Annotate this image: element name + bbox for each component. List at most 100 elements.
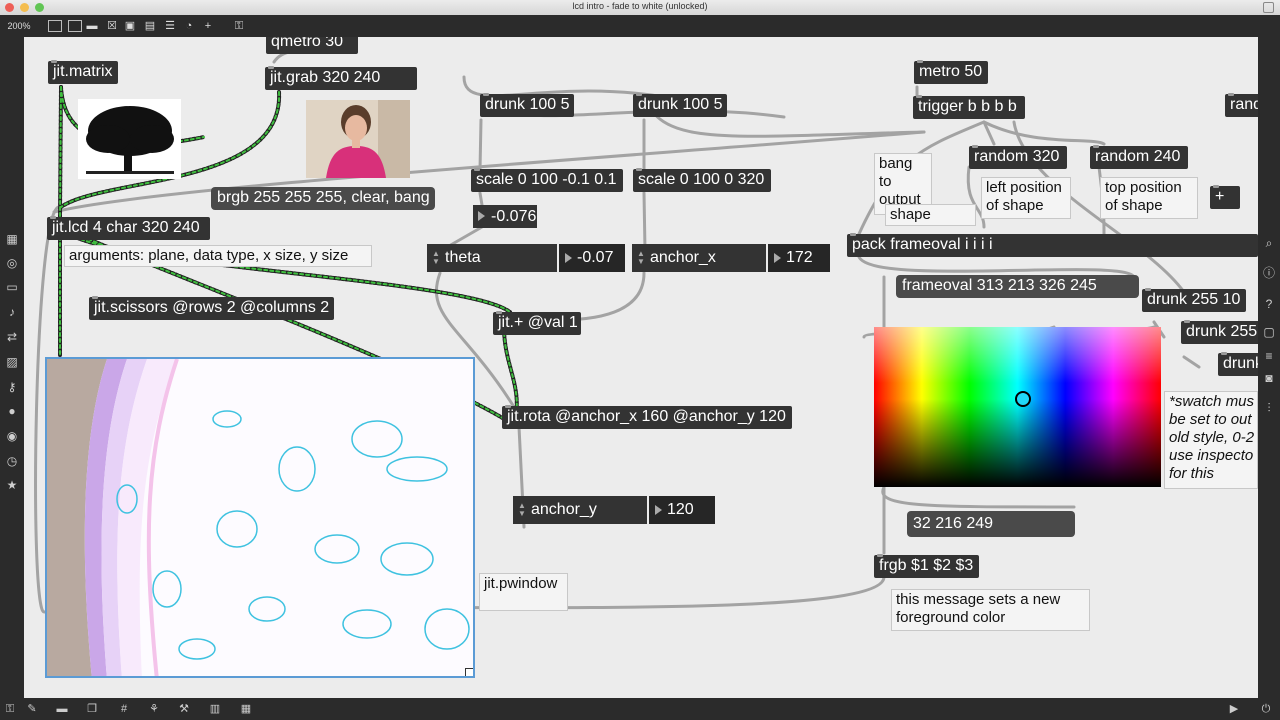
window-titlebar: lcd intro - fade to white (unlocked) [0, 0, 1280, 16]
jit-grab-object[interactable]: jit.grab 320 240 [265, 66, 417, 90]
frameoval-message[interactable]: frameoval 313 213 326 245 [896, 275, 1139, 298]
anchor-x-attrui[interactable]: ▲ ▼ anchor_x 172 [632, 244, 830, 272]
theta-attr-value[interactable]: -0.07 [577, 249, 613, 266]
pwindow-rendering [47, 359, 473, 676]
number-box-icon[interactable]: ▣ [124, 19, 136, 33]
list-icon[interactable]: ≡ [1258, 349, 1280, 363]
anchor-x-attr-name: anchor_x [650, 249, 716, 266]
jit-matrix-object[interactable]: jit.matrix [48, 60, 118, 84]
brgb-message[interactable]: brgb 255 255 255, clear, bang [211, 187, 435, 210]
bottom-toolbar: ⚿ ✎ ▬ ❐ # ⚘ ⚒ ▥ ▦ ▶ ⏻ [0, 698, 1280, 720]
comment-icon[interactable]: ▬ [86, 19, 98, 33]
target-icon[interactable]: ◎ [0, 256, 24, 270]
swatch-value-message[interactable]: 32 216 249 [907, 511, 1075, 537]
qmetro-object[interactable]: qmetro 30 [266, 37, 358, 54]
star-icon[interactable]: ★ [0, 478, 24, 492]
info-icon[interactable]: ⓘ [1258, 266, 1280, 280]
patch-icon[interactable]: ⚘ [148, 702, 160, 716]
arguments-comment: arguments: plane, data type, x size, y s… [64, 245, 372, 267]
search-icon[interactable]: ⌕ [1258, 236, 1280, 250]
float-number-box[interactable]: -0.076 [473, 205, 537, 228]
table-icon[interactable]: ▦ [240, 702, 252, 716]
window-icon[interactable]: ▢ [1258, 325, 1280, 339]
lock-icon[interactable]: ⚿ [232, 19, 246, 33]
color-swatch[interactable] [874, 327, 1161, 487]
jit-scissors-object[interactable]: jit.scissors @rows 2 @columns 2 [89, 296, 334, 320]
right-sidebar: ⌕ ⓘ ? ▢ ≡ ◙ ⫶ [1258, 37, 1280, 698]
presentation-icon[interactable] [68, 20, 82, 32]
random-object[interactable]: rand [1225, 93, 1258, 117]
lock-icon[interactable]: ⚿ [4, 702, 16, 716]
note-icon[interactable]: ♪ [0, 305, 24, 319]
edit-icon[interactable]: ✎ [26, 702, 38, 716]
webcam-person [306, 100, 410, 178]
theta-attr-name: theta [445, 249, 481, 266]
drunk-object[interactable]: drunk 100 5 [480, 93, 574, 117]
columns-icon[interactable]: ▥ [209, 702, 221, 716]
tree-silhouette [86, 106, 174, 174]
plus-object[interactable]: + [1210, 185, 1240, 209]
tree-image [78, 99, 181, 179]
windows-icon[interactable]: ❐ [86, 702, 98, 716]
window-title: lcd intro - fade to white (unlocked) [572, 1, 708, 11]
scale-object[interactable]: scale 0 100 -0.1 0.1 [471, 168, 623, 192]
frgb-object[interactable]: frgb $1 $2 $3 [874, 554, 979, 578]
message-icon[interactable]: ▤ [144, 19, 156, 33]
add-icon[interactable]: + [202, 19, 214, 33]
number-arrow-icon [774, 253, 781, 263]
wrench-icon[interactable]: ⚒ [178, 702, 190, 716]
drunk-object[interactable]: drunk [1218, 352, 1258, 376]
left-sidebar: ▦ ◎ ▭ ♪ ⇄ ▨ ⚷ ● ◉ ◷ ★ [0, 37, 24, 698]
key-icon[interactable]: ⚷ [0, 380, 24, 394]
drunk-object[interactable]: drunk 100 5 [633, 93, 727, 117]
power-icon[interactable]: ⏻ [1260, 702, 1272, 716]
camera-icon[interactable]: ◙ [1258, 371, 1280, 385]
dial-icon[interactable]: ◔ [183, 19, 195, 33]
anchor-y-attrui[interactable]: ▲ ▼ anchor_y 120 [513, 496, 715, 524]
panel-icon[interactable]: ▭ [0, 280, 24, 294]
up-down-arrows-icon: ▲ ▼ [637, 249, 645, 266]
float-number-value: -0.076 [491, 208, 537, 225]
swatch-note-comment: *swatch mus be set to out old style, 0-2… [1164, 391, 1258, 489]
drunk-object[interactable]: drunk 255 10 [1142, 288, 1246, 312]
jit-pwindow[interactable] [45, 357, 475, 678]
clock-icon[interactable]: ◷ [0, 454, 24, 468]
anchor-y-attr-name: anchor_y [531, 501, 597, 518]
pwindow-label-comment: jit.pwindow [479, 573, 568, 611]
trigger-object[interactable]: trigger b b b b [913, 95, 1025, 119]
number-arrow-icon [565, 253, 572, 263]
hint-icon[interactable]: ? [1258, 297, 1280, 311]
drunk-object[interactable]: drunk 255 [1181, 320, 1258, 344]
theta-attrui[interactable]: ▲ ▼ theta -0.07 [427, 244, 625, 272]
grid-icon[interactable]: # [118, 702, 130, 716]
random-object[interactable]: random 240 [1090, 145, 1188, 169]
anchor-y-attr-value[interactable]: 120 [667, 501, 694, 518]
play-icon[interactable]: ▶ [1228, 702, 1240, 716]
video-icon[interactable]: ◉ [0, 429, 24, 443]
top-position-comment: top position of shape [1100, 177, 1198, 219]
swatch-selector-knob[interactable] [1015, 391, 1031, 407]
patcher-canvas[interactable]: qmetro 30 jit.matrix jit.grab 320 240 dr… [24, 37, 1258, 698]
left-position-comment: left position of shape [981, 177, 1071, 219]
fullscreen-icon[interactable] [1263, 2, 1274, 13]
toggle-icon[interactable]: ☒ [106, 19, 118, 33]
chat-icon[interactable]: ▬ [56, 702, 68, 716]
jit-lcd-object[interactable]: jit.lcd 4 char 320 240 [47, 216, 210, 240]
slider-icon[interactable]: ☰ [164, 19, 176, 33]
jit-plus-object[interactable]: jit.+ @val 1 [493, 311, 581, 335]
new-object-icon[interactable] [48, 20, 62, 32]
settings-icon[interactable]: ⫶ [1258, 401, 1280, 415]
pack-object[interactable]: pack frameoval i i i i [847, 233, 1258, 257]
stop-icon[interactable]: ● [0, 404, 24, 418]
anchor-x-attr-value[interactable]: 172 [786, 249, 813, 266]
shape-comment: shape [885, 204, 976, 226]
jit-rota-object[interactable]: jit.rota @anchor_x 160 @anchor_y 120 [502, 405, 792, 429]
image-icon[interactable]: ▨ [0, 355, 24, 369]
scale-object[interactable]: scale 0 100 0 320 [633, 168, 771, 192]
zoom-select[interactable]: 200% [4, 19, 34, 33]
pwindow-resize-handle[interactable] [465, 668, 473, 676]
transfer-icon[interactable]: ⇄ [0, 330, 24, 344]
metro-object[interactable]: metro 50 [914, 60, 988, 84]
random-object[interactable]: random 320 [969, 145, 1067, 169]
grid-icon[interactable]: ▦ [0, 232, 24, 246]
